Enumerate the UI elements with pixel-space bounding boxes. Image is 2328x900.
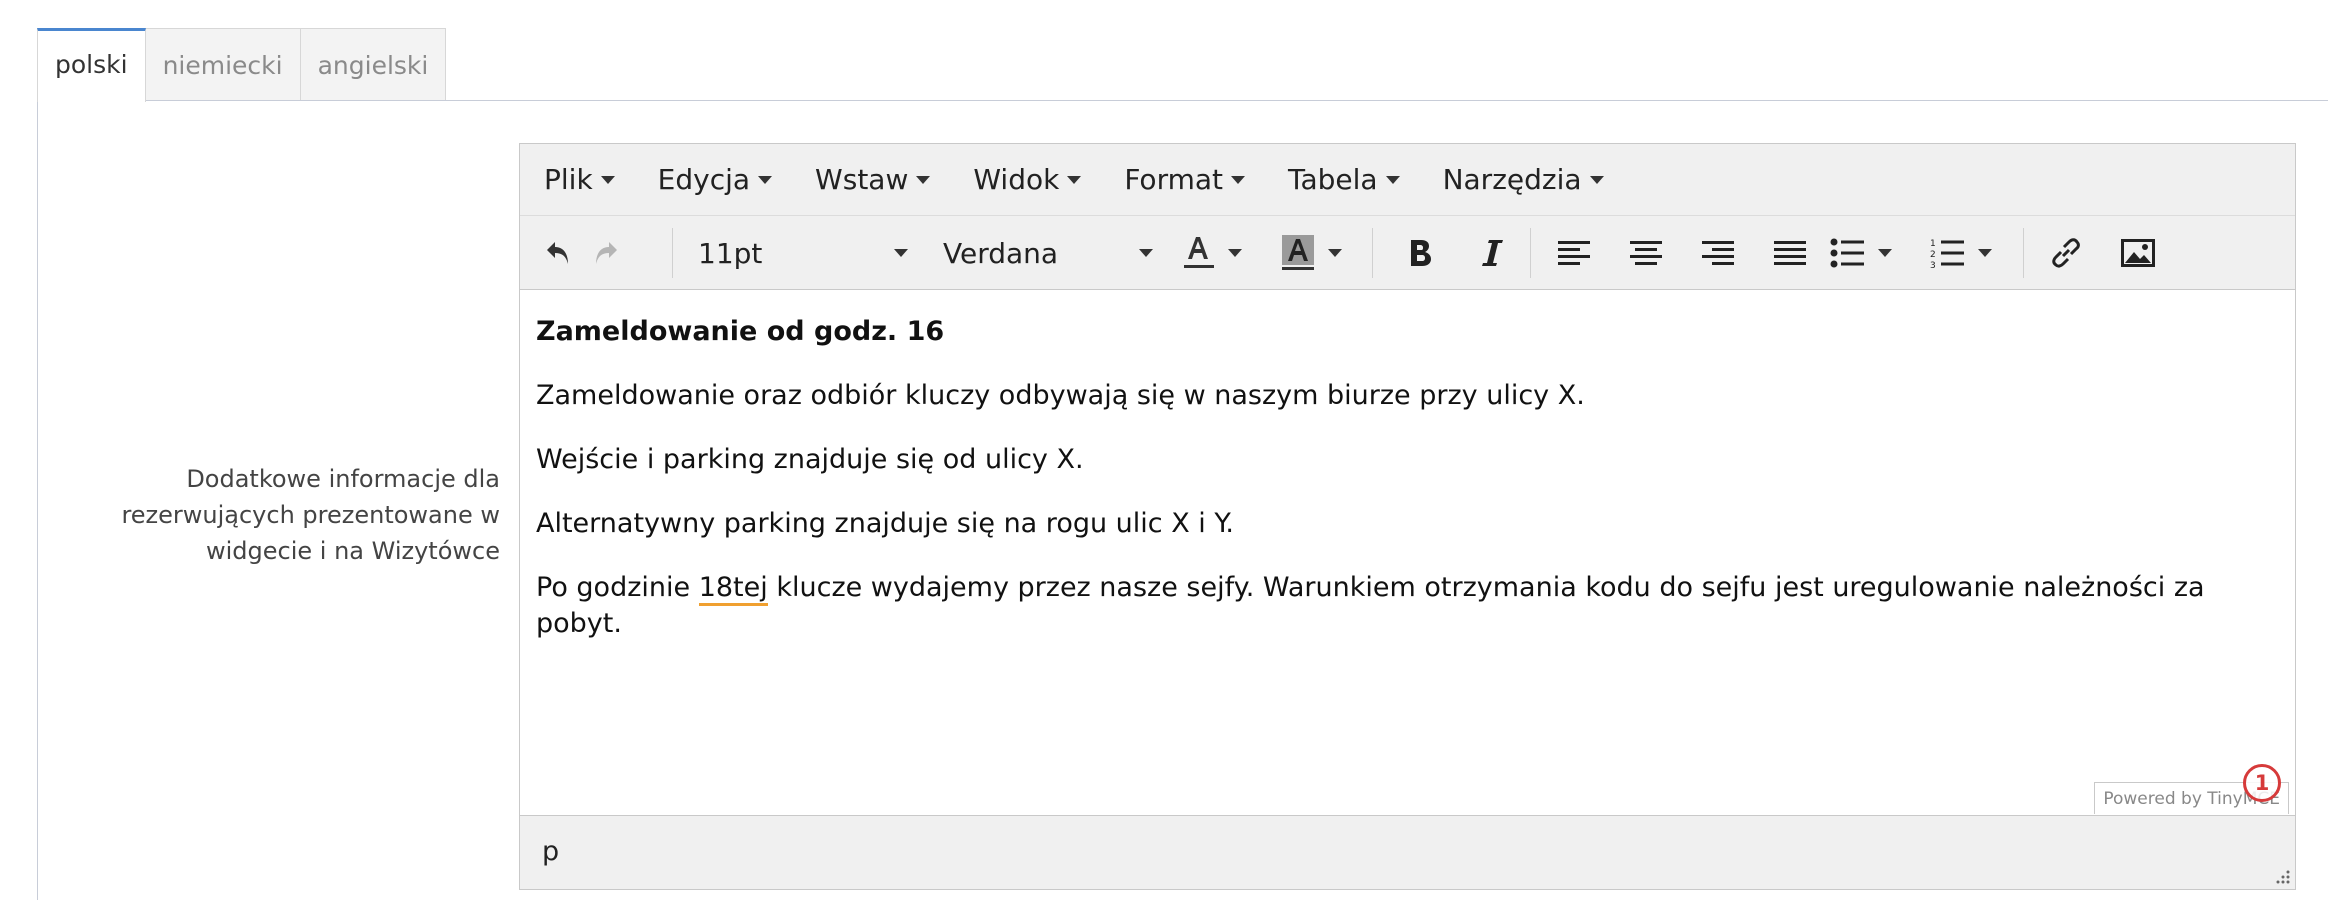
text-segment: klucze wydajemy przez nasze sejfy. Warun… <box>536 572 2205 639</box>
chevron-down-icon <box>1878 249 1892 257</box>
align-center-icon <box>1630 241 1662 265</box>
align-justify-icon <box>1774 241 1806 265</box>
chevron-down-icon <box>758 175 773 184</box>
font-size-select[interactable]: 11pt <box>698 216 908 290</box>
content-paragraph: Alternatywny parking znajduje się na rog… <box>536 508 1234 539</box>
undo-button[interactable] <box>534 216 584 290</box>
background-color-button[interactable] <box>1280 216 1360 290</box>
toolbar-separator <box>1372 228 1373 278</box>
image-icon <box>2121 239 2155 267</box>
menu-label: Narzędzia <box>1442 163 1582 196</box>
menu-narzedzia[interactable]: Narzędzia <box>1443 163 1604 196</box>
font-family-value: Verdana <box>943 236 1059 270</box>
link-icon <box>2052 238 2080 268</box>
language-tabs: polski niemiecki angielski <box>37 28 447 102</box>
chevron-down-icon <box>1589 175 1604 184</box>
text-color-icon <box>1184 237 1214 268</box>
menu-format[interactable]: Format <box>1124 163 1245 196</box>
content-paragraph: Zameldowanie oraz odbiór kluczy odbywają… <box>536 380 1585 411</box>
numbered-list-button[interactable]: 123 <box>1930 216 2020 290</box>
chevron-down-icon <box>1228 249 1242 257</box>
italic-button[interactable] <box>1462 216 1522 290</box>
menu-label: Tabela <box>1288 163 1378 196</box>
align-left-button[interactable] <box>1544 216 1604 290</box>
bold-button[interactable] <box>1390 216 1450 290</box>
menu-label: Wstaw <box>815 163 909 196</box>
font-size-value: 11pt <box>698 236 763 270</box>
menu-label: Widok <box>973 163 1060 196</box>
align-justify-button[interactable] <box>1760 216 1820 290</box>
bullet-list-icon <box>1830 238 1864 268</box>
misspelled-word[interactable]: 18tej <box>698 572 768 606</box>
chevron-down-icon <box>1328 249 1342 257</box>
undo-icon <box>547 242 568 264</box>
font-family-select[interactable]: Verdana <box>943 216 1153 290</box>
svg-text:3: 3 <box>1930 261 1936 269</box>
content-heading: Zameldowanie od godz. 16 <box>536 316 945 347</box>
tab-niemiecki[interactable]: niemiecki <box>144 28 301 101</box>
chevron-down-icon <box>600 175 615 184</box>
menu-label: Edycja <box>657 163 751 196</box>
chevron-down-icon <box>1231 175 1245 184</box>
chevron-down-icon <box>1067 175 1082 184</box>
align-left-icon <box>1558 241 1590 265</box>
align-right-icon <box>1702 241 1734 265</box>
toolbar-separator <box>2023 228 2024 278</box>
link-button[interactable] <box>2036 216 2096 290</box>
menu-label: Plik <box>544 163 593 196</box>
italic-icon <box>1482 240 1503 266</box>
rich-text-editor: Plik Edycja Wstaw Widok Format Tabela Na… <box>519 143 2296 890</box>
tab-polski[interactable]: polski <box>37 28 146 102</box>
chevron-down-icon <box>1385 175 1400 184</box>
svg-text:2: 2 <box>1930 250 1936 260</box>
menu-plik[interactable]: Plik <box>544 163 615 196</box>
menu-tabela[interactable]: Tabela <box>1288 163 1400 196</box>
align-right-button[interactable] <box>1688 216 1748 290</box>
redo-icon <box>596 242 617 264</box>
bullet-list-button[interactable] <box>1830 216 1920 290</box>
notification-badge[interactable]: 1 <box>2243 764 2281 802</box>
editor-content[interactable]: Zameldowanie od godz. 16 Zameldowanie or… <box>520 292 2295 812</box>
menu-label: Format <box>1124 163 1223 196</box>
content-paragraph: Wejście i parking znajduje się od ulicy … <box>536 444 1084 475</box>
toolbar-separator <box>672 228 673 278</box>
editor-menubar: Plik Edycja Wstaw Widok Format Tabela Na… <box>520 144 2295 216</box>
editor-toolbar: 11pt Verdana 1 2 3 <box>520 216 2295 290</box>
tab-angielski[interactable]: angielski <box>299 28 447 101</box>
menu-wstaw[interactable]: Wstaw <box>815 163 931 196</box>
resize-handle-icon[interactable] <box>2273 867 2291 885</box>
menu-widok[interactable]: Widok <box>973 163 1082 196</box>
element-path[interactable]: p <box>542 836 559 867</box>
chevron-down-icon <box>916 175 931 184</box>
background-color-icon <box>1282 235 1314 270</box>
numbered-list-icon: 123 <box>1930 239 1964 269</box>
image-button[interactable] <box>2108 216 2168 290</box>
toolbar-separator <box>1530 228 1531 278</box>
bold-icon <box>1411 240 1431 266</box>
svg-text:1: 1 <box>1930 239 1936 249</box>
chevron-down-icon <box>1978 249 1992 257</box>
content-paragraph: Po godzinie 18tej klucze wydajemy przez … <box>536 570 2279 642</box>
editor-statusbar: p <box>520 815 2295 889</box>
text-color-button[interactable] <box>1180 216 1260 290</box>
field-label: Dodatkowe informacje dla rezerwujących p… <box>121 465 500 565</box>
redo-button[interactable] <box>580 216 630 290</box>
menu-edycja[interactable]: Edycja <box>657 163 773 196</box>
align-center-button[interactable] <box>1616 216 1676 290</box>
text-segment: Po godzinie <box>536 572 699 603</box>
chevron-down-icon <box>1139 249 1153 257</box>
chevron-down-icon <box>894 249 908 257</box>
